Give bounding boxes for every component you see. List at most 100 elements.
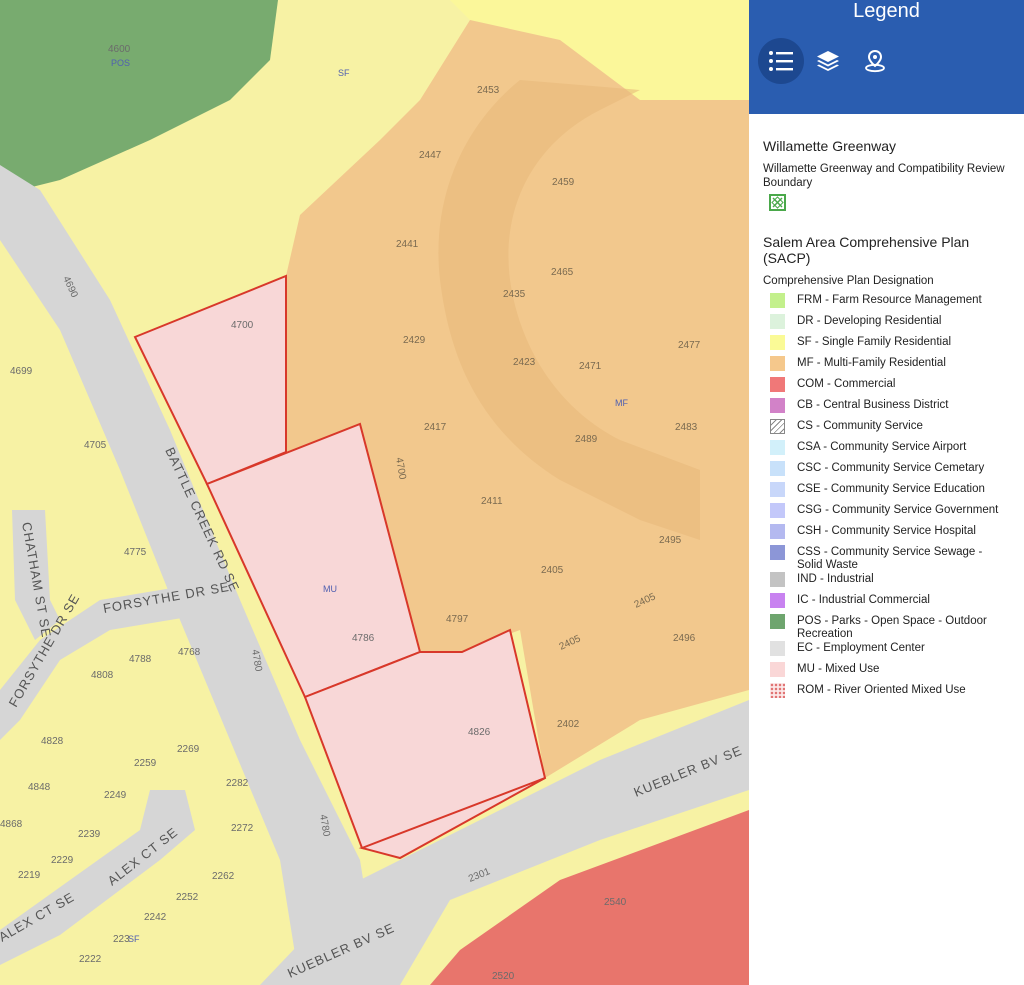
legend-item: CSC - Community Service Cemetary bbox=[763, 461, 1010, 482]
address-label: 2471 bbox=[579, 361, 602, 372]
address-label: 2496 bbox=[673, 633, 696, 644]
sacp-title: Salem Area Comprehensive Plan (SACP) bbox=[763, 234, 970, 266]
address-label: 2447 bbox=[419, 150, 442, 161]
legend-item-label: MU - Mixed Use bbox=[797, 663, 880, 675]
zone-label-sf: SF bbox=[128, 934, 140, 944]
address-label: 2423 bbox=[513, 357, 536, 368]
legend-item-label: CSA - Community Service Airport bbox=[797, 441, 967, 453]
legend-item-label: CB - Central Business District bbox=[797, 399, 949, 411]
address-label: 2242 bbox=[144, 912, 167, 923]
layers-button[interactable] bbox=[805, 38, 851, 84]
legend-item: POS - Parks - Open Space - Outdoor Recre… bbox=[763, 614, 1010, 641]
address-label: 4600 bbox=[108, 44, 131, 55]
legend-item-label: CSG - Community Service Government bbox=[797, 504, 999, 516]
legend-item: CSH - Community Service Hospital bbox=[763, 524, 1010, 545]
map-view[interactable]: POS SF MF MU SF BATTLE CREEK RD SE FORSY… bbox=[0, 0, 749, 985]
legend-swatch bbox=[770, 419, 785, 434]
legend-item: IC - Industrial Commercial bbox=[763, 593, 1010, 614]
address-label: 2483 bbox=[675, 422, 698, 433]
address-label: 4808 bbox=[91, 670, 114, 681]
address-label: 4848 bbox=[28, 782, 51, 793]
locate-pin-icon bbox=[865, 49, 885, 73]
legend-swatch bbox=[770, 356, 785, 371]
greenway-title: Willamette Greenway bbox=[763, 138, 897, 154]
legend-swatch bbox=[770, 482, 785, 497]
address-label: 4788 bbox=[129, 654, 152, 665]
legend-swatch bbox=[770, 398, 785, 413]
legend-item-label: IND - Industrial bbox=[797, 573, 874, 585]
legend-item-label: CSS - Community Service Sewage - Solid W… bbox=[797, 546, 983, 571]
legend-swatch bbox=[770, 572, 785, 587]
legend-list-button[interactable] bbox=[758, 38, 804, 84]
sacp-legend-list: FRM - Farm Resource Management DR - Devel… bbox=[763, 293, 1010, 704]
legend-item: CSE - Community Service Education bbox=[763, 482, 1010, 503]
address-label: 2465 bbox=[551, 267, 574, 278]
address-label: 2495 bbox=[659, 535, 682, 546]
address-label: 4826 bbox=[468, 727, 491, 738]
legend-item-label: IC - Industrial Commercial bbox=[797, 594, 930, 606]
address-label: 4828 bbox=[41, 736, 64, 747]
address-label: 2402 bbox=[557, 719, 580, 730]
legend-item-label: EC - Employment Center bbox=[797, 642, 925, 654]
legend-panel: Legend Willamette Greenway Willamette Gr… bbox=[749, 0, 1024, 985]
legend-list-icon bbox=[769, 51, 793, 71]
layers-icon bbox=[817, 51, 839, 71]
legend-swatch bbox=[770, 662, 785, 677]
legend-item-label: CSH - Community Service Hospital bbox=[797, 525, 976, 537]
legend-item-label: POS - Parks - Open Space - Outdoor Recre… bbox=[797, 615, 987, 640]
legend-swatch bbox=[770, 614, 785, 629]
legend-item: COM - Commercial bbox=[763, 377, 1010, 398]
legend-swatch bbox=[770, 593, 785, 608]
address-label: 2489 bbox=[575, 434, 598, 445]
legend-item: CB - Central Business District bbox=[763, 398, 1010, 419]
legend-swatch bbox=[770, 314, 785, 329]
address-label: 223 bbox=[113, 934, 130, 945]
address-label: 2272 bbox=[231, 823, 254, 834]
legend-item: ROM - River Oriented Mixed Use bbox=[763, 683, 1010, 704]
locate-button[interactable] bbox=[852, 38, 898, 84]
greenway-swatch bbox=[769, 194, 1010, 216]
sacp-subtitle: Comprehensive Plan Designation bbox=[763, 275, 934, 287]
legend-item: EC - Employment Center bbox=[763, 641, 1010, 662]
legend-swatch bbox=[770, 683, 785, 698]
legend-item-label: DR - Developing Residential bbox=[797, 315, 942, 327]
legend-item: IND - Industrial bbox=[763, 572, 1010, 593]
address-label: 2520 bbox=[492, 971, 515, 982]
legend-item-label: CSE - Community Service Education bbox=[797, 483, 985, 495]
zone-label-sf: SF bbox=[338, 68, 350, 78]
address-label: 2219 bbox=[18, 870, 41, 881]
zone-label-mf: MF bbox=[615, 398, 628, 408]
greenway-boundary-icon bbox=[769, 194, 786, 211]
legend-item-label: MF - Multi-Family Residential bbox=[797, 357, 946, 369]
legend-swatch bbox=[770, 377, 785, 392]
address-label: 2252 bbox=[176, 892, 199, 903]
address-label: 2453 bbox=[477, 85, 500, 96]
legend-item: SF - Single Family Residential bbox=[763, 335, 1010, 356]
address-label: 2249 bbox=[104, 790, 127, 801]
legend-item: MF - Multi-Family Residential bbox=[763, 356, 1010, 377]
address-label: 2239 bbox=[78, 829, 101, 840]
legend-item: CS - Community Service bbox=[763, 419, 1010, 440]
address-label: 4786 bbox=[352, 633, 375, 644]
address-label: 2435 bbox=[503, 289, 526, 300]
address-label: 2259 bbox=[134, 758, 157, 769]
legend-swatch bbox=[770, 524, 785, 539]
legend-item-label: ROM - River Oriented Mixed Use bbox=[797, 684, 966, 696]
legend-item-label: CSC - Community Service Cemetary bbox=[797, 462, 985, 474]
address-label: 2282 bbox=[226, 778, 249, 789]
address-label: 4705 bbox=[84, 440, 107, 451]
legend-item: FRM - Farm Resource Management bbox=[763, 293, 1010, 314]
address-label: 2222 bbox=[79, 954, 102, 965]
legend-item: DR - Developing Residential bbox=[763, 314, 1010, 335]
address-label: 2405 bbox=[541, 565, 564, 576]
map-canvas[interactable]: POS SF MF MU SF BATTLE CREEK RD SE FORSY… bbox=[0, 0, 749, 985]
greenway-subtitle: Willamette Greenway and Compatibility Re… bbox=[763, 163, 1005, 189]
legend-item-label: FRM - Farm Resource Management bbox=[797, 294, 982, 306]
legend-item-label: CS - Community Service bbox=[797, 420, 923, 432]
legend-swatch bbox=[770, 293, 785, 308]
legend-swatch bbox=[770, 503, 785, 518]
legend-item: CSS - Community Service Sewage - Solid W… bbox=[763, 545, 1010, 572]
address-label: 4699 bbox=[10, 366, 33, 377]
legend-title: Legend bbox=[853, 0, 920, 22]
address-label: 2417 bbox=[424, 422, 447, 433]
